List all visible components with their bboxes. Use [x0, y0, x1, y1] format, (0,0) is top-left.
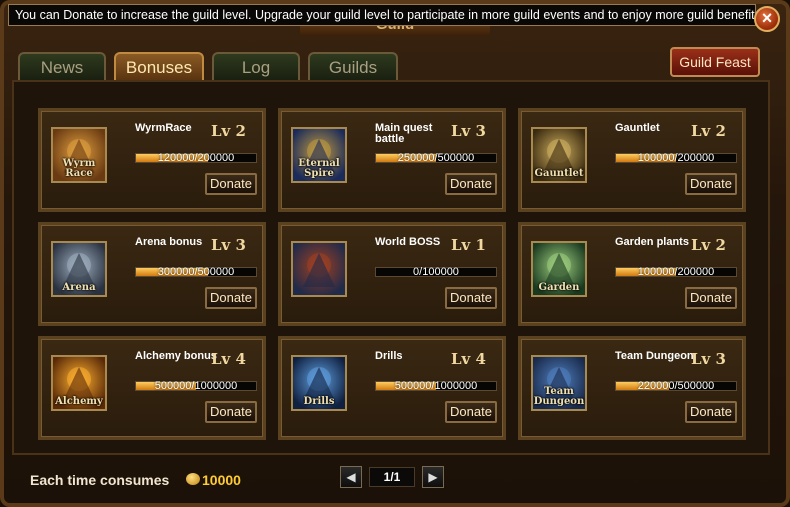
- gauntlet-icon[interactable]: Gauntlet: [531, 127, 587, 183]
- icon-caption: Alchemy: [55, 396, 103, 407]
- progress-text: 120000/200000: [157, 152, 235, 164]
- icon-caption: Wyrm Race: [62, 158, 96, 179]
- tab-guilds[interactable]: Guilds: [308, 52, 398, 80]
- progress-text: 220000/500000: [637, 380, 715, 392]
- donation-cost: 10000: [202, 472, 241, 488]
- donate-button[interactable]: Donate: [205, 401, 257, 423]
- close-button[interactable]: ×: [754, 6, 780, 32]
- bonus-name: Main quest battle: [375, 122, 433, 145]
- alchemy-icon[interactable]: Alchemy: [51, 355, 107, 411]
- progress-bar: 500000/1000000: [135, 380, 257, 392]
- bonus-card: Drills Drills Lv 4 500000/1000000 Donate: [278, 336, 506, 440]
- bonus-level: Lv 2: [211, 122, 246, 140]
- progress-bar: 0/100000: [375, 266, 497, 278]
- bonus-level: Lv 3: [691, 350, 726, 368]
- progress-bar: 300000/500000: [135, 266, 257, 278]
- tab-log[interactable]: Log: [212, 52, 300, 80]
- consume-label: Each time consumes: [30, 472, 170, 488]
- progress-bar: 220000/500000: [615, 380, 737, 392]
- icon-caption: Gauntlet: [534, 168, 584, 179]
- progress-text: 250000/500000: [397, 152, 475, 164]
- guild-feast-button[interactable]: Guild Feast: [670, 47, 760, 77]
- donate-button[interactable]: Donate: [205, 287, 257, 309]
- drills-icon[interactable]: Drills: [291, 355, 347, 411]
- progress-text: 500000/1000000: [394, 380, 478, 392]
- bonus-name: WyrmRace: [135, 122, 192, 134]
- help-tooltip: You can Donate to increase the guild lev…: [8, 4, 756, 26]
- donate-button[interactable]: Donate: [445, 173, 497, 195]
- bonus-level: Lv 2: [691, 122, 726, 140]
- icon-caption: Garden: [538, 282, 580, 293]
- garden-icon[interactable]: Garden: [531, 241, 587, 297]
- bonus-level: Lv 3: [211, 236, 246, 254]
- donate-button[interactable]: Donate: [685, 401, 737, 423]
- bonus-name: Arena bonus: [135, 236, 203, 248]
- icon-caption: Arena: [62, 282, 96, 293]
- progress-text: 100000/200000: [637, 266, 715, 278]
- eternal-spire-icon[interactable]: Eternal Spire: [291, 127, 347, 183]
- bonus-level: Lv 4: [451, 350, 486, 368]
- tab-bonuses[interactable]: Bonuses: [114, 52, 204, 80]
- donate-button[interactable]: Donate: [685, 173, 737, 195]
- bonus-card: Garden Garden plants Lv 2 100000/200000 Dona…: [518, 222, 746, 326]
- bonus-name: Garden plants: [615, 236, 689, 248]
- bonus-level: Lv 2: [691, 236, 726, 254]
- donate-button[interactable]: Donate: [205, 173, 257, 195]
- team-dungeon-icon[interactable]: Team Dungeon: [531, 355, 587, 411]
- progress-text: 500000/1000000: [154, 380, 238, 392]
- arena-icon[interactable]: Arena: [51, 241, 107, 297]
- progress-bar: 120000/200000: [135, 152, 257, 164]
- bonus-level: Lv 1: [451, 236, 486, 254]
- icon-caption: Team Dungeon: [533, 386, 585, 407]
- donate-button[interactable]: Donate: [445, 287, 497, 309]
- bonus-card: Gauntlet Gauntlet Lv 2 100000/200000 Donate: [518, 108, 746, 212]
- progress-bar: 250000/500000: [375, 152, 497, 164]
- donate-button[interactable]: Donate: [445, 401, 497, 423]
- progress-bar: 100000/200000: [615, 266, 737, 278]
- bonus-level: Lv 3: [451, 122, 486, 140]
- icon-caption: Eternal Spire: [298, 158, 340, 179]
- gold-coin-icon: [186, 473, 200, 485]
- bonus-name: Drills: [375, 350, 403, 362]
- progress-bar: 100000/200000: [615, 152, 737, 164]
- bonus-card: Team Dungeon Team Dungeon Lv 3 220000/50000…: [518, 336, 746, 440]
- wyrm-race-icon[interactable]: Wyrm Race: [51, 127, 107, 183]
- bonus-card: Arena Arena bonus Lv 3 300000/500000 Donate: [38, 222, 266, 326]
- progress-text: 300000/500000: [157, 266, 235, 278]
- bonus-name: Gauntlet: [615, 122, 660, 134]
- bonus-card: Wyrm Race WyrmRace Lv 2 120000/200000 Donate: [38, 108, 266, 212]
- prev-page-button[interactable]: ◀: [340, 466, 362, 488]
- bonus-card: Eternal Spire Main quest battle Lv 3 250000…: [278, 108, 506, 212]
- bonus-name: Team Dungeon: [615, 350, 694, 362]
- bonus-card: Alchemy Alchemy bonus Lv 4 500000/1000000 Do…: [38, 336, 266, 440]
- bonus-name: Alchemy bonus: [135, 350, 217, 362]
- tab-news[interactable]: News: [18, 52, 106, 80]
- bonus-card: World BOSS Lv 1 0/100000 Donate: [278, 222, 506, 326]
- progress-text: 0/100000: [413, 266, 459, 278]
- next-page-button[interactable]: ▶: [422, 466, 444, 488]
- donate-button[interactable]: Donate: [685, 287, 737, 309]
- icon-caption: Drills: [303, 396, 335, 407]
- bonus-level: Lv 4: [211, 350, 246, 368]
- page-indicator: 1/1: [369, 467, 415, 487]
- progress-text: 100000/200000: [637, 152, 715, 164]
- bonus-name: World BOSS: [375, 236, 441, 248]
- progress-bar: 500000/1000000: [375, 380, 497, 392]
- world-boss-icon[interactable]: [291, 241, 347, 297]
